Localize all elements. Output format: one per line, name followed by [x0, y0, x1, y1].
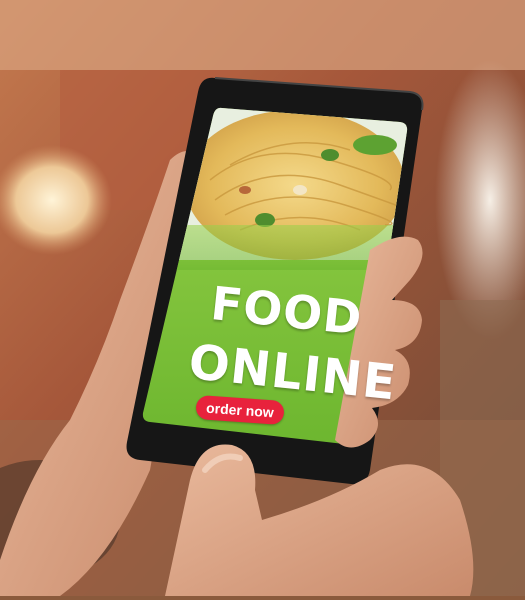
photo-scene	[0, 0, 525, 596]
